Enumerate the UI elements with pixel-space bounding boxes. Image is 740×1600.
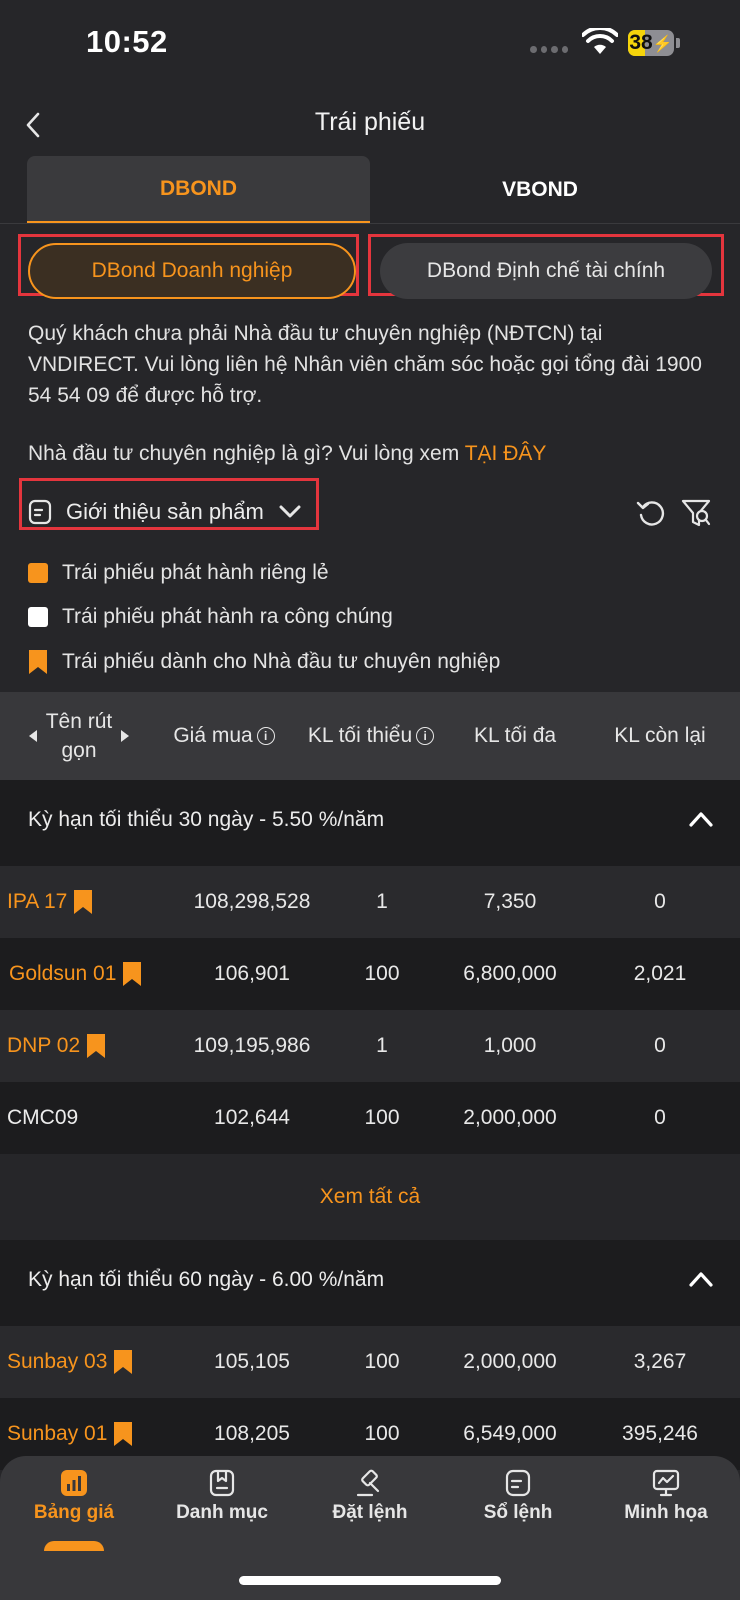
main-tabs: DBOND VBOND	[27, 156, 740, 224]
group-title: Kỳ hạn tối thiểu 30 ngày - 5.50 %/năm	[28, 808, 385, 831]
page-title: Trái phiếu	[314, 108, 426, 136]
bookmark-icon	[87, 1034, 106, 1058]
wifi-icon	[582, 28, 618, 54]
chevron-up-icon	[689, 812, 713, 827]
column-buy-price-header: Giá mua i	[160, 692, 288, 780]
filter-button[interactable]	[677, 494, 715, 532]
white-square-icon	[28, 607, 48, 627]
buy-price: 109,195,986	[193, 1034, 311, 1057]
chevron-up-icon	[689, 1272, 713, 1287]
table-row[interactable]: Sunbay 03 105,105 100 2,000,000 3,267	[0, 1326, 740, 1398]
bookmark-icon	[114, 1422, 133, 1446]
info-icon[interactable]: i	[416, 727, 435, 745]
table-row[interactable]: DNP 02 109,195,986 1 1,000 0	[0, 1010, 740, 1082]
column-max-qty-header: KL tối đa	[473, 724, 557, 747]
bookmark-icon	[114, 1350, 133, 1374]
column-remaining-header: KL còn lại	[614, 724, 706, 747]
bond-name[interactable]: DNP 02	[7, 1010, 106, 1082]
tab-dbond[interactable]: DBOND	[27, 156, 370, 224]
remaining-qty: 0	[654, 1034, 666, 1057]
presentation-icon	[652, 1469, 680, 1497]
tab-vbond[interactable]: VBOND	[370, 156, 710, 224]
buy-price: 106,901	[214, 962, 290, 985]
product-intro-dropdown[interactable]: Giới thiệu sản phẩm	[28, 490, 302, 534]
max-qty: 2,000,000	[463, 1106, 557, 1129]
buy-price: 102,644	[214, 1106, 290, 1129]
legend-professional-investor: Trái phiếu dành cho Nhà đầu tư chuyên ng…	[28, 649, 500, 675]
bond-name[interactable]: Sunbay 03	[7, 1326, 133, 1398]
remaining-qty: 3,267	[633, 1350, 687, 1373]
chart-icon	[61, 1470, 87, 1496]
max-qty: 1,000	[483, 1034, 537, 1057]
bond-name[interactable]: Goldsun 01	[9, 938, 142, 1010]
bookmark-icon	[74, 890, 93, 914]
min-qty: 100	[364, 962, 400, 985]
battery-icon: 38⚡	[628, 30, 674, 56]
min-qty: 1	[376, 1034, 388, 1057]
table-row[interactable]: CMC09 102,644 100 2,000,000 0	[0, 1082, 740, 1154]
legend-private-issue: Trái phiếu phát hành riêng lẻ	[28, 561, 329, 585]
bookmark-icon	[123, 962, 142, 986]
bond-name[interactable]: CMC09	[7, 1082, 78, 1154]
status-time: 10:52	[86, 24, 168, 59]
buy-price: 105,105	[214, 1350, 290, 1373]
divider	[0, 223, 740, 224]
subtab-dbond-dinh-che[interactable]: DBond Định chế tài chính	[380, 243, 712, 299]
remaining-qty: 0	[654, 890, 666, 913]
bookmark-icon	[29, 650, 47, 674]
refresh-icon	[636, 501, 665, 526]
chevron-down-icon	[279, 505, 301, 518]
caret-left-icon	[28, 730, 37, 742]
group-title: Kỳ hạn tối thiểu 60 ngày - 6.00 %/năm	[28, 1268, 385, 1291]
min-qty: 100	[364, 1350, 400, 1373]
min-qty: 1	[376, 890, 388, 913]
legend-public-issue: Trái phiếu phát hành ra công chúng	[28, 605, 393, 629]
refresh-button[interactable]	[632, 494, 670, 532]
maturity-group-header[interactable]: Kỳ hạn tối thiểu 30 ngày - 5.50 %/năm	[0, 780, 740, 866]
column-min-qty-header: KL tối thiểu i	[296, 692, 446, 780]
professional-investor-notice: Quý khách chưa phải Nhà đầu tư chuyên ng…	[28, 322, 702, 407]
maturity-group-header[interactable]: Kỳ hạn tối thiểu 60 ngày - 6.00 %/năm	[0, 1240, 740, 1326]
order-book-icon	[505, 1469, 531, 1497]
filter-search-icon	[681, 499, 711, 527]
remaining-qty: 0	[654, 1106, 666, 1129]
status-bar: 10:52 38⚡	[0, 0, 740, 90]
product-intro-label: Giới thiệu sản phẩm	[66, 499, 264, 524]
table-row[interactable]: IPA 17 108,298,528 1 7,350 0	[0, 866, 740, 938]
document-icon	[28, 499, 52, 525]
remaining-qty: 2,021	[633, 962, 687, 985]
subtab-dbond-doanh-nghiep[interactable]: DBond Doanh nghiệp	[28, 243, 356, 299]
buy-price: 108,298,528	[193, 890, 311, 913]
active-indicator	[44, 1541, 104, 1551]
max-qty: 2,000,000	[463, 1350, 557, 1373]
nav-bang-gia[interactable]: Bảng giá	[0, 1468, 148, 1551]
cellular-signal-icon	[530, 46, 568, 54]
column-name-header[interactable]: Tên rút gọn	[18, 692, 140, 780]
nav-so-lenh[interactable]: Sổ lệnh	[444, 1468, 592, 1548]
caret-right-icon	[121, 730, 130, 742]
max-qty: 7,350	[483, 890, 537, 913]
bond-name[interactable]: IPA 17	[7, 866, 93, 938]
info-icon[interactable]: i	[256, 727, 275, 745]
table-header: Tên rút gọn Giá mua i KL tối thiểu i KL …	[0, 692, 740, 780]
min-qty: 100	[364, 1106, 400, 1129]
max-qty: 6,800,000	[463, 962, 557, 985]
nav-minh-hoa[interactable]: Minh họa	[592, 1468, 740, 1548]
home-indicator	[239, 1576, 501, 1585]
table-row[interactable]: Goldsun 01 106,901 100 6,800,000 2,021	[0, 938, 740, 1010]
portfolio-icon	[209, 1469, 235, 1497]
nav-dat-lenh[interactable]: Đặt lệnh	[296, 1468, 444, 1548]
nav-danh-muc[interactable]: Danh mục	[148, 1468, 296, 1548]
orange-square-icon	[28, 563, 48, 583]
see-all-button[interactable]: Xem tất cả	[0, 1154, 740, 1240]
link-here[interactable]: TẠI ĐÂY	[465, 442, 547, 465]
professional-investor-question: Nhà đầu tư chuyên nghiệp là gì? Vui lòng…	[28, 442, 547, 465]
gavel-icon	[356, 1469, 380, 1497]
